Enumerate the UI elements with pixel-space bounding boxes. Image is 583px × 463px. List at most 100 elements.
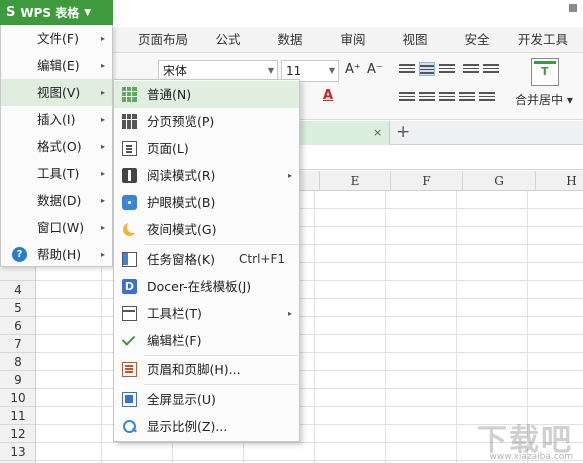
chevron-right-icon: ▸: [100, 169, 105, 178]
watermark-url: www.xiazaiba.com: [489, 452, 573, 462]
row-header-5[interactable]: 5: [0, 299, 36, 317]
column-header-e[interactable]: E: [320, 171, 391, 191]
chevron-down-icon: ▼: [84, 7, 92, 18]
indent-increase-icon[interactable]: [483, 62, 499, 76]
menu-separator: [144, 244, 298, 245]
menu-item-file[interactable]: 文件(F) ▸: [1, 25, 112, 52]
page-icon: [122, 141, 137, 156]
new-tab-button[interactable]: +: [396, 122, 410, 142]
tab-data[interactable]: 数据: [268, 27, 312, 53]
menu-item-help[interactable]: ? 帮助(H) ▸: [1, 241, 112, 268]
column-header-h[interactable]: H: [536, 171, 583, 191]
submenu-item-docer-templates[interactable]: D Docer-在线模板(J): [114, 273, 299, 300]
align-right-icon[interactable]: [439, 90, 455, 104]
tab-security[interactable]: 安全: [455, 27, 499, 53]
font-shrink-button[interactable]: A⁻: [367, 62, 383, 77]
chevron-right-icon: ▸: [287, 171, 292, 180]
justify-icon[interactable]: [459, 90, 475, 104]
align-top-icon[interactable]: [399, 62, 415, 76]
merge-center-icon[interactable]: [531, 58, 559, 86]
collapse-ribbon-icon[interactable]: [569, 4, 577, 12]
submenu-item-formula-bar[interactable]: 编辑栏(F): [114, 327, 299, 354]
font-size-value: 11: [286, 64, 302, 78]
menu-separator: [144, 384, 298, 385]
submenu-item-task-pane[interactable]: 任务窗格(K) Ctrl+F1: [114, 246, 299, 273]
menu-item-insert[interactable]: 插入(I) ▸: [1, 106, 112, 133]
submenu-item-header-footer[interactable]: 页眉和页脚(H)...: [114, 356, 299, 383]
chevron-right-icon: ▸: [100, 223, 105, 232]
help-icon: ?: [12, 247, 27, 262]
app-title: WPS 表格: [20, 6, 80, 20]
tab-formulas[interactable]: 公式: [206, 27, 250, 53]
zoom-icon: [122, 419, 137, 434]
menu-item-window[interactable]: 窗口(W) ▸: [1, 214, 112, 241]
grid-icon: [122, 87, 137, 102]
submenu-item-night-mode[interactable]: 夜间模式(G): [114, 216, 299, 243]
row-header-12[interactable]: 12: [0, 425, 36, 443]
app-menu-button[interactable]: S WPS 表格 ▼: [0, 0, 113, 25]
submenu-item-page-break-preview[interactable]: 分页预览(P): [114, 108, 299, 135]
row-header-6[interactable]: 6: [0, 317, 36, 335]
task-pane-icon: [122, 252, 137, 267]
row-header-10[interactable]: 10: [0, 389, 36, 407]
eye-icon: [122, 195, 137, 210]
row-header-9[interactable]: 9: [0, 371, 36, 389]
shortcut-label: Ctrl+F1: [239, 252, 285, 266]
chevron-right-icon: ▸: [100, 61, 105, 70]
ribbon-tabs: 页面布局 公式 数据 审阅 视图 安全 开发工具: [113, 27, 583, 53]
chevron-right-icon: ▸: [100, 196, 105, 205]
title-bar: S WPS 表格 ▼: [0, 0, 583, 25]
main-menu: 文件(F) ▸ 编辑(E) ▸ 视图(V) ▸ 插入(I) ▸ 格式(O) ▸ …: [0, 25, 113, 267]
align-middle-icon[interactable]: [419, 62, 435, 76]
chevron-down-icon: ▼: [328, 66, 335, 75]
font-grow-button[interactable]: A⁺: [345, 62, 361, 77]
submenu-item-normal[interactable]: 普通(N): [114, 81, 299, 108]
chevron-right-icon: ▸: [100, 142, 105, 151]
fullscreen-icon: [122, 392, 137, 407]
chevron-right-icon: ▸: [100, 34, 105, 43]
align-center-icon[interactable]: [419, 90, 435, 104]
submenu-item-full-screen[interactable]: 全屏显示(U): [114, 386, 299, 413]
menu-item-tools[interactable]: 工具(T) ▸: [1, 160, 112, 187]
menu-item-edit[interactable]: 编辑(E) ▸: [1, 52, 112, 79]
header-footer-icon: [122, 362, 137, 377]
font-name-value: 宋体: [163, 64, 188, 78]
row-header-13[interactable]: 13: [0, 443, 36, 461]
page-break-icon: [122, 114, 137, 129]
menu-item-view[interactable]: 视图(V) ▸: [1, 79, 112, 106]
menu-item-format[interactable]: 格式(O) ▸: [1, 133, 112, 160]
tab-developer[interactable]: 开发工具: [513, 27, 573, 53]
submenu-item-zoom[interactable]: 显示比例(Z)...: [114, 413, 299, 440]
font-color-button[interactable]: A: [323, 88, 333, 103]
distribute-icon[interactable]: [479, 90, 495, 104]
column-header-f[interactable]: F: [391, 171, 463, 191]
view-submenu: 普通(N) 分页预览(P) 页面(L) 阅读模式(R) ▸ 护眼模式(B) 夜间…: [113, 79, 300, 442]
toolbar-icon: [122, 306, 137, 321]
tab-view[interactable]: 视图: [393, 27, 437, 53]
wps-logo-icon: S: [6, 5, 16, 20]
row-header-11[interactable]: 11: [0, 407, 36, 425]
row-header-8[interactable]: 8: [0, 353, 36, 371]
merge-center-button[interactable]: 合并居中 ▾: [515, 91, 573, 108]
row-header-4[interactable]: 4: [0, 281, 36, 299]
indent-decrease-icon[interactable]: [463, 62, 479, 76]
moon-icon: [122, 221, 139, 237]
docer-icon: D: [122, 279, 137, 294]
menu-item-data[interactable]: 数据(D) ▸: [1, 187, 112, 214]
column-header-g[interactable]: G: [463, 171, 536, 191]
submenu-item-toolbars[interactable]: 工具栏(T) ▸: [114, 300, 299, 327]
align-bottom-icon[interactable]: [439, 62, 455, 76]
chevron-down-icon: ▼: [267, 66, 274, 75]
close-icon[interactable]: ×: [373, 126, 382, 139]
submenu-item-reading-mode[interactable]: 阅读模式(R) ▸: [114, 162, 299, 189]
tab-review[interactable]: 审阅: [331, 27, 375, 53]
align-left-icon[interactable]: [399, 90, 415, 104]
chevron-right-icon: ▸: [100, 115, 105, 124]
tab-page-layout[interactable]: 页面布局: [133, 27, 193, 53]
check-icon: [122, 333, 137, 348]
submenu-item-eye-care-mode[interactable]: 护眼模式(B): [114, 189, 299, 216]
chevron-right-icon: ▸: [100, 88, 105, 97]
chevron-right-icon: ▸: [287, 309, 292, 318]
row-header-7[interactable]: 7: [0, 335, 36, 353]
submenu-item-page-layout[interactable]: 页面(L): [114, 135, 299, 162]
